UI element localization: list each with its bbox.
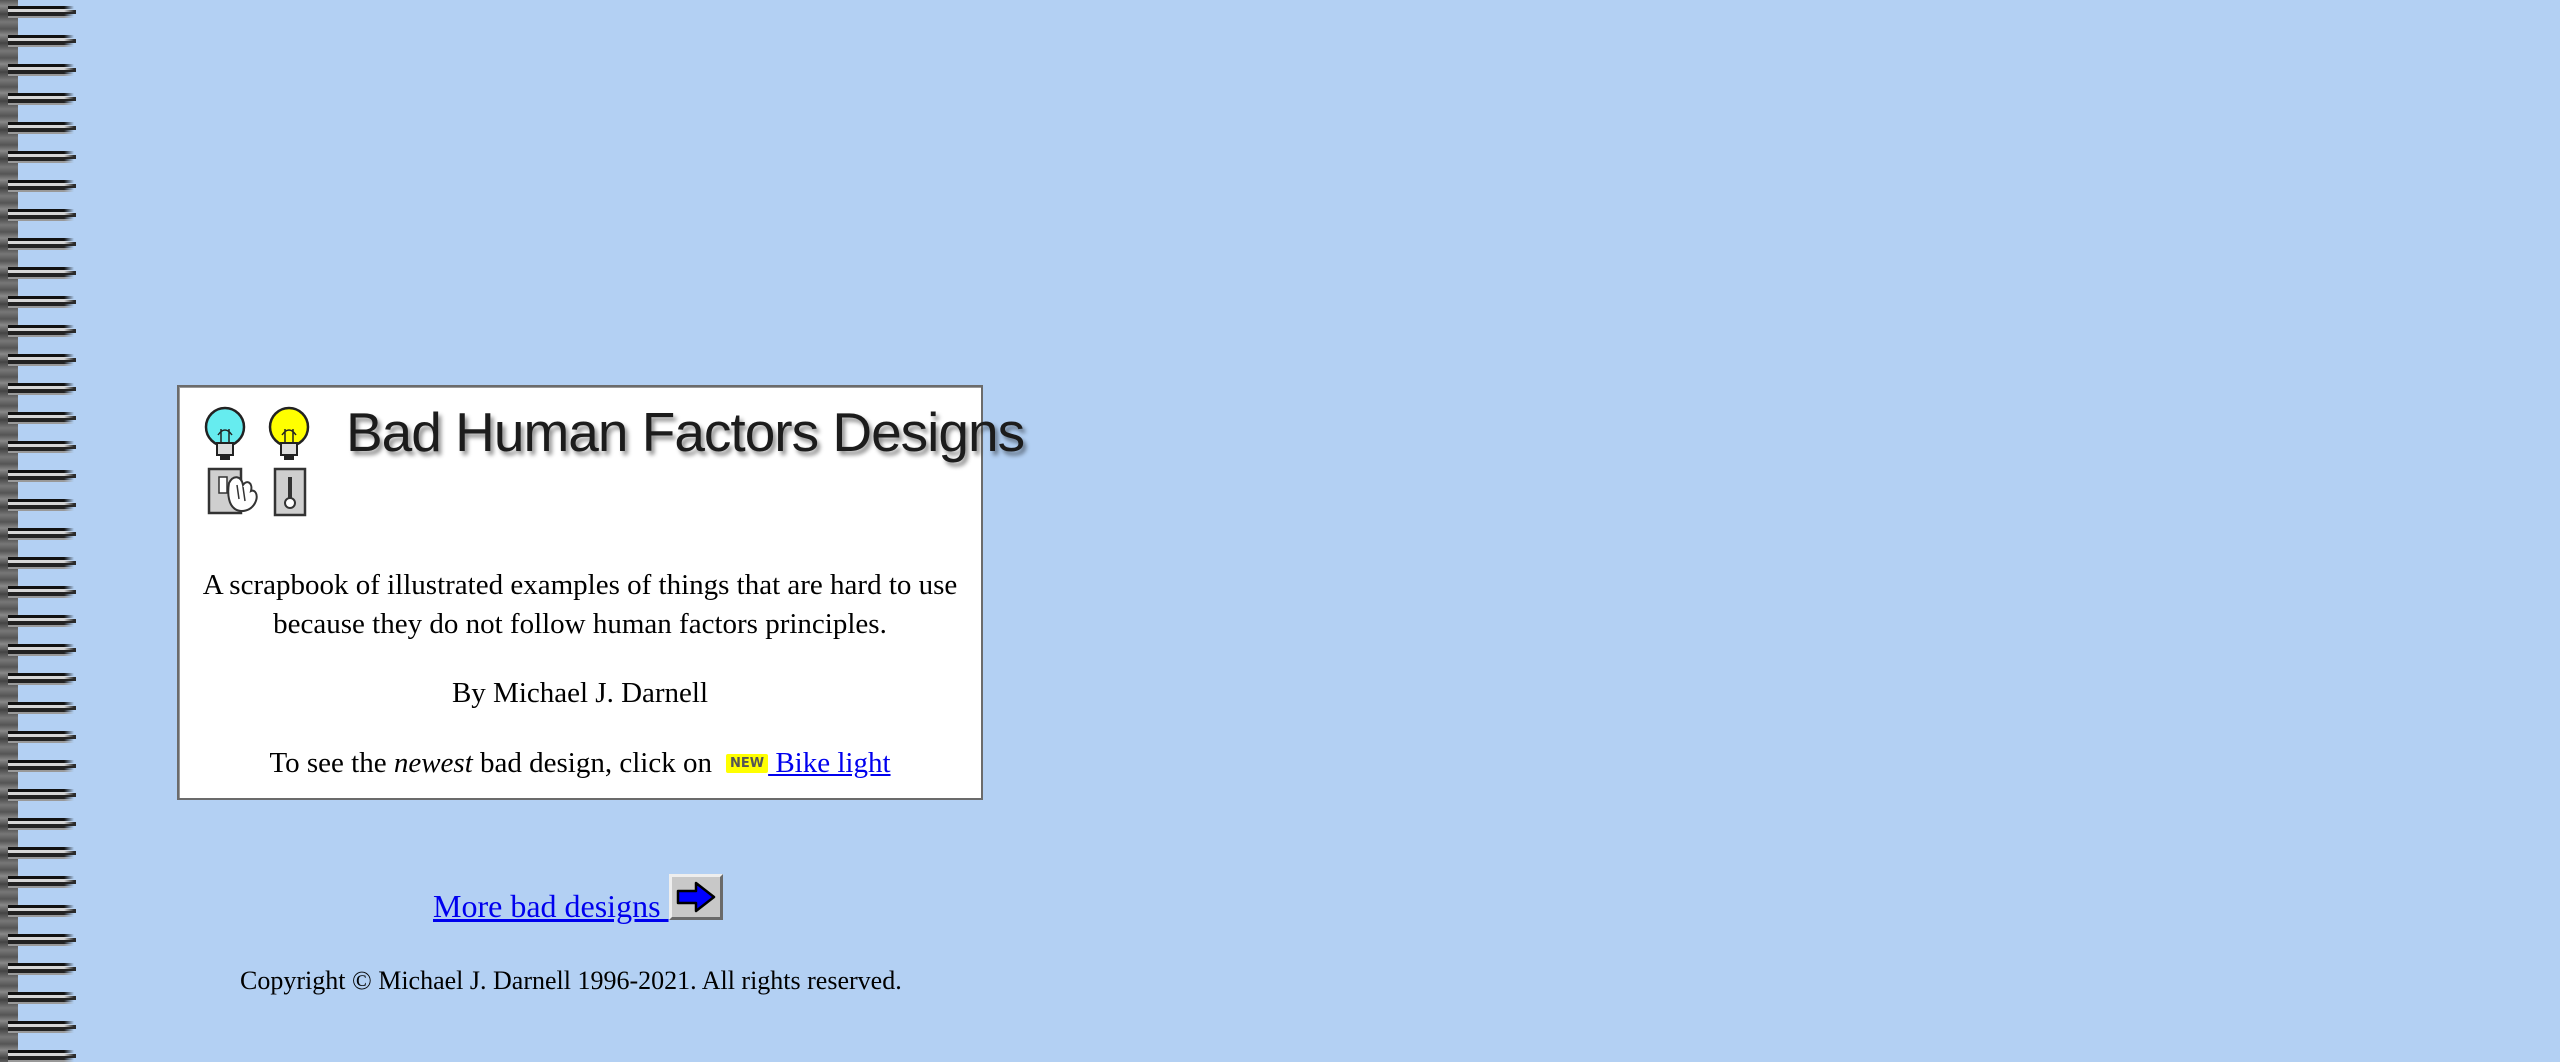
- spiral-loops: [8, 0, 74, 1062]
- byline: By Michael J. Darnell: [451, 677, 709, 709]
- new-badge-icon: NEW: [725, 754, 769, 773]
- newest-suffix: bad design, click on: [472, 747, 712, 779]
- more-designs-nav: More bad designs: [433, 874, 723, 926]
- spiral-binding: [0, 0, 76, 1062]
- more-bad-designs-link[interactable]: More bad designs: [433, 888, 669, 924]
- newest-design-line: To see the newest bad design, click on NE…: [179, 744, 981, 783]
- arrow-glyph: [676, 881, 715, 913]
- lightbulb-yellow-icon: [268, 406, 310, 460]
- hand-switch-icon: [207, 467, 258, 515]
- newest-prefix: To see the: [269, 747, 394, 779]
- copyright: Copyright © Michael J. Darnell 1996-2021…: [240, 966, 902, 995]
- logo-icons: [204, 406, 310, 517]
- bike-light-link[interactable]: Bike light: [768, 747, 890, 779]
- newest-emphasis: newest: [393, 747, 473, 779]
- right-arrow-icon[interactable]: [668, 874, 723, 920]
- lightbulb-cyan-icon: [204, 406, 246, 460]
- tagline: A scrapbook of illustrated examples of t…: [202, 569, 958, 640]
- page-title: Bad Human Factors Designs: [346, 401, 1025, 463]
- intro-card: Bad Human Factors Designs A scrapbook of…: [177, 385, 1025, 800]
- slider-switch-icon: [273, 467, 307, 517]
